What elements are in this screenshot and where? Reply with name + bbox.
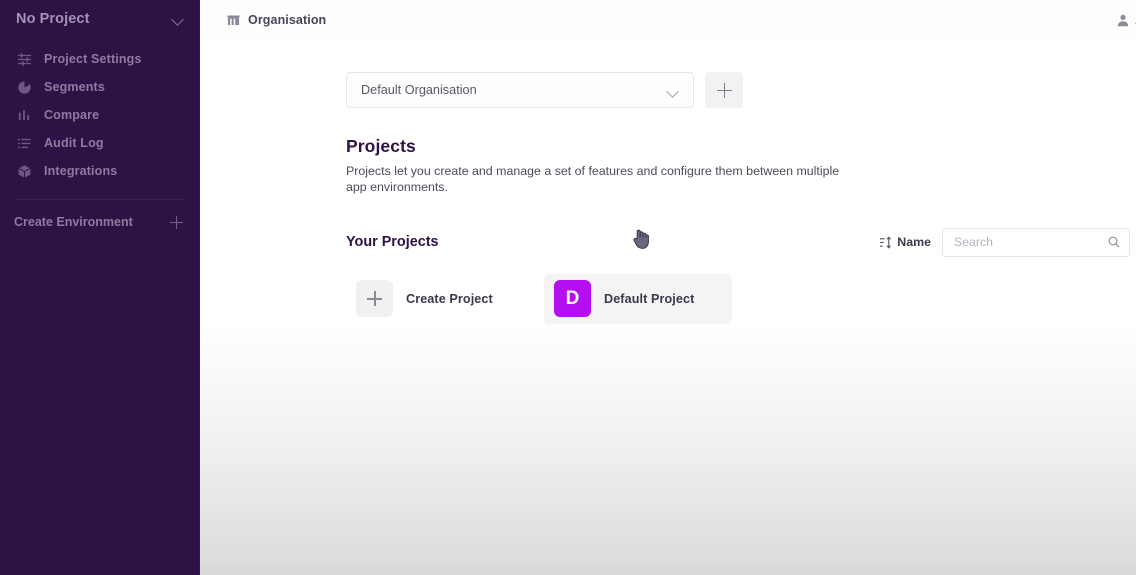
project-card-label: Default Project: [604, 291, 695, 306]
sidebar-item-segments[interactable]: Segments: [0, 73, 200, 101]
project-switcher-label: No Project: [16, 11, 90, 27]
top-bar: Organisation Acc: [200, 0, 1136, 40]
your-projects-header: Your Projects Name: [346, 227, 1136, 257]
account-menu-wrap: Acc: [1117, 0, 1136, 40]
sliders-icon: [17, 52, 32, 67]
sidebar-item-audit-log[interactable]: Audit Log: [0, 129, 200, 157]
sidebar-item-label: Segments: [44, 80, 105, 94]
search-input[interactable]: [954, 235, 1104, 249]
plus-icon: [170, 215, 183, 229]
account-menu[interactable]: Acc: [1117, 13, 1136, 27]
sort-icon: [879, 235, 892, 249]
chevron-down-icon: [172, 13, 184, 25]
plus-icon: [367, 291, 382, 306]
sort-label: Name: [897, 235, 931, 249]
chevron-down-icon: [667, 84, 680, 97]
your-projects-tools: Name: [879, 227, 1130, 257]
sidebar-item-label: Integrations: [44, 164, 118, 178]
create-project-label: Create Project: [406, 291, 493, 306]
user-icon: [1117, 14, 1129, 27]
project-avatar-initial: D: [565, 287, 580, 309]
sidebar-item-compare[interactable]: Compare: [0, 101, 200, 129]
building-icon: [227, 14, 240, 27]
page-description: Projects let you create and manage a set…: [346, 164, 840, 194]
sidebar-item-label: Audit Log: [44, 136, 104, 150]
pie-chart-icon: [17, 80, 32, 95]
page-title: Projects: [346, 136, 416, 156]
your-projects-title: Your Projects: [346, 234, 439, 250]
content-column: Default Organisation Projects Projects l…: [200, 40, 1136, 324]
project-cards-list: Create Project D Default Project: [346, 273, 1136, 324]
search-icon[interactable]: [1108, 236, 1120, 248]
sidebar: No Project Project Settings Segments Com…: [0, 0, 200, 575]
create-environment-label: Create Environment: [14, 215, 133, 229]
organisation-breadcrumb[interactable]: Organisation: [227, 13, 326, 27]
search-box[interactable]: [942, 227, 1130, 257]
create-environment-button[interactable]: Create Environment: [0, 210, 200, 234]
bar-chart-icon: [17, 108, 32, 123]
sidebar-item-label: Compare: [44, 108, 100, 122]
list-icon: [17, 136, 32, 151]
add-organisation-button[interactable]: [705, 72, 743, 108]
sidebar-item-label: Project Settings: [44, 52, 142, 66]
sidebar-item-project-settings[interactable]: Project Settings: [0, 45, 200, 73]
organisation-breadcrumb-label: Organisation: [248, 13, 327, 27]
app-root: No Project Project Settings Segments Com…: [0, 0, 1136, 575]
sidebar-nav: Project Settings Segments Compare Audit …: [0, 38, 200, 185]
organisation-select-value: Default Organisation: [361, 83, 477, 97]
sidebar-item-integrations[interactable]: Integrations: [0, 157, 200, 185]
organisation-row: Default Organisation: [346, 72, 1136, 108]
project-switcher[interactable]: No Project: [0, 0, 200, 38]
create-project-tile: [356, 280, 393, 317]
sort-button[interactable]: Name: [879, 235, 931, 249]
plus-icon: [716, 82, 732, 98]
project-avatar: D: [554, 280, 591, 317]
create-project-card[interactable]: Create Project: [346, 273, 534, 324]
project-card-default-project[interactable]: D Default Project: [544, 273, 732, 324]
main-area: Organisation Acc Default Organisation: [200, 0, 1136, 575]
organisation-select[interactable]: Default Organisation: [346, 72, 694, 108]
cube-icon: [17, 164, 32, 179]
sidebar-divider: [14, 199, 186, 200]
